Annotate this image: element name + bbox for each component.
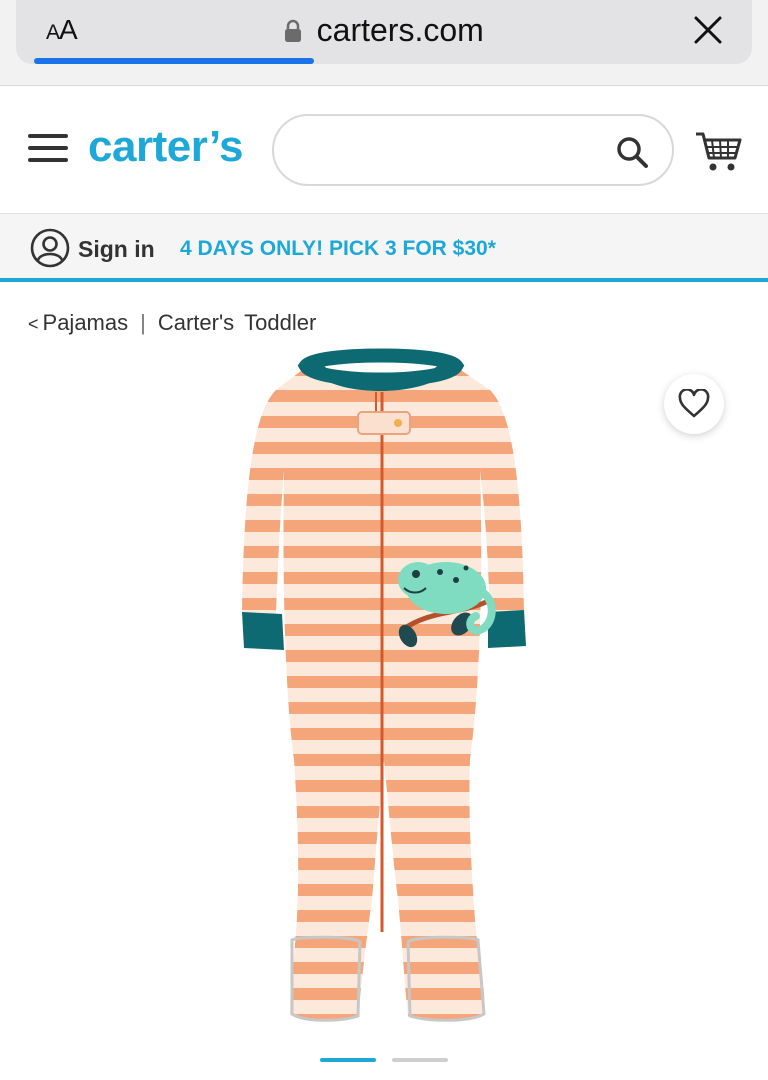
url-pill[interactable]: AA carters.com	[16, 0, 752, 64]
hamburger-icon[interactable]	[28, 134, 68, 164]
sign-in-link[interactable]: Sign in	[78, 236, 155, 263]
product-image[interactable]	[0, 346, 768, 1046]
breadcrumb: < Pajamas | Carter's Toddler	[28, 310, 316, 336]
favorite-button[interactable]	[664, 374, 724, 434]
product-image-carousel[interactable]	[0, 346, 768, 1046]
url-text: carters.com	[316, 12, 484, 48]
browser-bar: AA carters.com	[0, 0, 768, 86]
close-icon[interactable]	[692, 14, 724, 46]
search-input[interactable]	[298, 130, 598, 170]
chevron-left-icon[interactable]: <	[28, 314, 39, 334]
breadcrumb-item-pajamas[interactable]: Pajamas	[43, 310, 129, 335]
carousel-dot-2[interactable]	[392, 1058, 448, 1062]
lock-icon	[285, 19, 302, 42]
site-header: carter’s	[0, 86, 768, 214]
breadcrumb-separator: |	[140, 310, 146, 335]
cart-icon[interactable]	[694, 130, 742, 174]
page-load-progress	[34, 58, 314, 64]
promo-strip: Sign in 4 DAYS ONLY! PICK 3 FOR $30*	[0, 214, 768, 282]
carousel-dot-1[interactable]	[320, 1058, 376, 1062]
search-icon[interactable]	[614, 134, 650, 170]
breadcrumb-item-toddler[interactable]: Toddler	[244, 310, 316, 335]
carters-logo[interactable]: carter’s	[88, 122, 244, 172]
breadcrumb-item-brand[interactable]: Carter's	[158, 310, 234, 335]
url-display[interactable]: carters.com	[16, 12, 752, 49]
search-box[interactable]	[272, 114, 674, 186]
user-icon[interactable]	[30, 228, 70, 268]
pajama-body	[242, 364, 524, 1021]
heart-icon	[678, 389, 710, 418]
promo-message[interactable]: 4 DAYS ONLY! PICK 3 FOR $30*	[180, 237, 496, 261]
